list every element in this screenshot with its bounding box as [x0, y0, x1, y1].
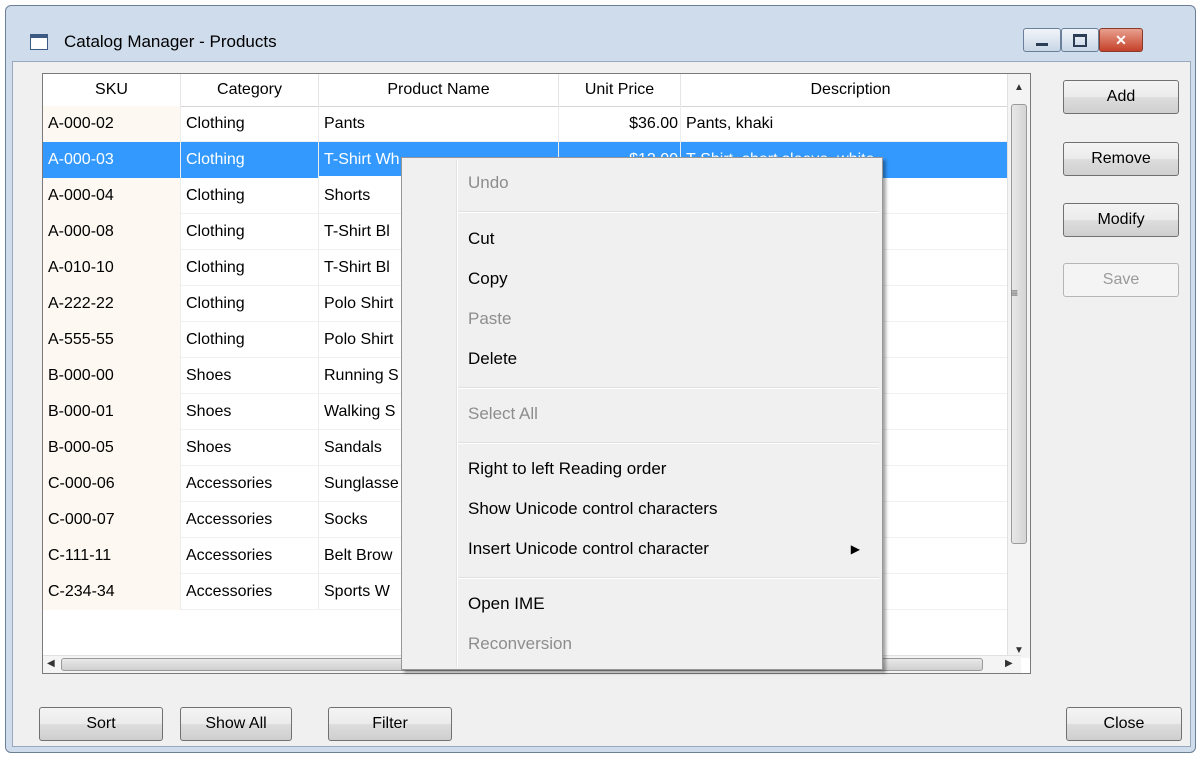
cell-name[interactable]: Pants — [319, 106, 559, 142]
cell-sku[interactable]: B-000-01 — [43, 394, 181, 430]
scroll-right-icon[interactable]: ▶ — [1005, 658, 1013, 669]
cell-sku[interactable]: C-234-34 — [43, 574, 181, 610]
cell-sku[interactable]: C-000-07 — [43, 502, 181, 538]
menu-item-reconversion[interactable]: Reconversion — [468, 629, 572, 659]
modify-button[interactable]: Modify — [1063, 203, 1179, 237]
menu-item-delete[interactable]: Delete — [468, 344, 517, 374]
cell-sku[interactable]: A-000-04 — [43, 178, 181, 214]
menu-item-paste[interactable]: Paste — [468, 304, 511, 334]
menu-separator — [458, 211, 879, 213]
cell-category[interactable]: Accessories — [181, 574, 319, 610]
column-header-sku[interactable]: SKU — [43, 74, 181, 106]
cell-category[interactable]: Clothing — [181, 178, 319, 214]
menu-item-cut[interactable]: Cut — [468, 224, 494, 254]
cell-sku[interactable]: A-000-03 — [43, 142, 181, 178]
cell-sku[interactable]: B-000-05 — [43, 430, 181, 466]
vertical-scrollbar[interactable]: ▲ ≡ ▼ — [1007, 74, 1030, 658]
column-header-category[interactable]: Category — [181, 74, 319, 106]
maximize-button[interactable] — [1061, 28, 1099, 52]
scroll-left-icon[interactable]: ◀ — [47, 658, 55, 669]
cell-sku[interactable]: A-000-02 — [43, 106, 181, 142]
show-all-button[interactable]: Show All — [180, 707, 292, 741]
cell-price[interactable]: $36.00 — [559, 106, 681, 142]
cell-category[interactable]: Accessories — [181, 538, 319, 574]
title-bar[interactable]: Catalog Manager - Products ✕ — [6, 6, 1195, 66]
remove-button[interactable]: Remove — [1063, 142, 1179, 176]
menu-item-open-ime[interactable]: Open IME — [468, 589, 545, 619]
cell-category[interactable]: Clothing — [181, 286, 319, 322]
scroll-up-icon[interactable]: ▲ — [1014, 82, 1024, 93]
column-header-product-name[interactable]: Product Name — [319, 74, 559, 106]
cell-desc[interactable]: Pants, khaki — [681, 106, 1021, 142]
cell-category[interactable]: Shoes — [181, 394, 319, 430]
menu-item-select-all[interactable]: Select All — [468, 399, 538, 429]
cell-category[interactable]: Clothing — [181, 142, 319, 178]
cell-category[interactable]: Clothing — [181, 250, 319, 286]
cell-sku[interactable]: A-555-55 — [43, 322, 181, 358]
maximize-icon — [1062, 29, 1098, 51]
menu-item-undo[interactable]: Undo — [468, 168, 509, 198]
column-header-description[interactable]: Description — [681, 74, 1021, 106]
add-button[interactable]: Add — [1063, 80, 1179, 114]
cell-sku[interactable]: A-222-22 — [43, 286, 181, 322]
minimize-icon — [1024, 29, 1060, 51]
close-window-button[interactable]: ✕ — [1099, 28, 1143, 52]
menu-item-insert-unicode[interactable]: Insert Unicode control character — [468, 534, 709, 564]
cell-category[interactable]: Clothing — [181, 106, 319, 142]
column-header-unit-price[interactable]: Unit Price — [559, 74, 681, 106]
cell-category[interactable]: Shoes — [181, 430, 319, 466]
cell-category[interactable]: Clothing — [181, 322, 319, 358]
vertical-scroll-thumb[interactable] — [1011, 104, 1027, 544]
window-title: Catalog Manager - Products — [64, 32, 277, 51]
cell-sku[interactable]: A-010-10 — [43, 250, 181, 286]
menu-item-show-unicode[interactable]: Show Unicode control characters — [468, 494, 717, 524]
menu-item-rtl-reading-order[interactable]: Right to left Reading order — [468, 454, 666, 484]
close-icon: ✕ — [1115, 31, 1127, 48]
cell-sku[interactable]: C-111-11 — [43, 538, 181, 574]
grid-header: SKU Category Product Name Unit Price Des… — [43, 74, 1021, 107]
grip-icon: ≡ — [1011, 286, 1019, 300]
cell-category[interactable]: Accessories — [181, 502, 319, 538]
window-icon — [30, 34, 48, 50]
sort-button[interactable]: Sort — [39, 707, 163, 741]
context-menu: Undo Cut Copy Paste Delete Select All Ri… — [401, 157, 883, 670]
menu-separator — [458, 442, 879, 444]
cell-category[interactable]: Accessories — [181, 466, 319, 502]
cell-sku[interactable]: B-000-00 — [43, 358, 181, 394]
close-button[interactable]: Close — [1066, 707, 1182, 741]
cell-sku[interactable]: A-000-08 — [43, 214, 181, 250]
submenu-arrow-icon: ▶ — [850, 542, 860, 556]
menu-separator — [458, 387, 879, 389]
filter-button[interactable]: Filter — [328, 707, 452, 741]
menu-item-copy[interactable]: Copy — [468, 264, 508, 294]
table-row[interactable]: A-000-02 Clothing Pants $36.00 Pants, khaki — [43, 106, 1021, 142]
cell-category[interactable]: Clothing — [181, 214, 319, 250]
menu-separator — [458, 577, 879, 579]
cell-category[interactable]: Shoes — [181, 358, 319, 394]
cell-sku[interactable]: C-000-06 — [43, 466, 181, 502]
minimize-button[interactable] — [1023, 28, 1061, 52]
save-button[interactable]: Save — [1063, 263, 1179, 297]
